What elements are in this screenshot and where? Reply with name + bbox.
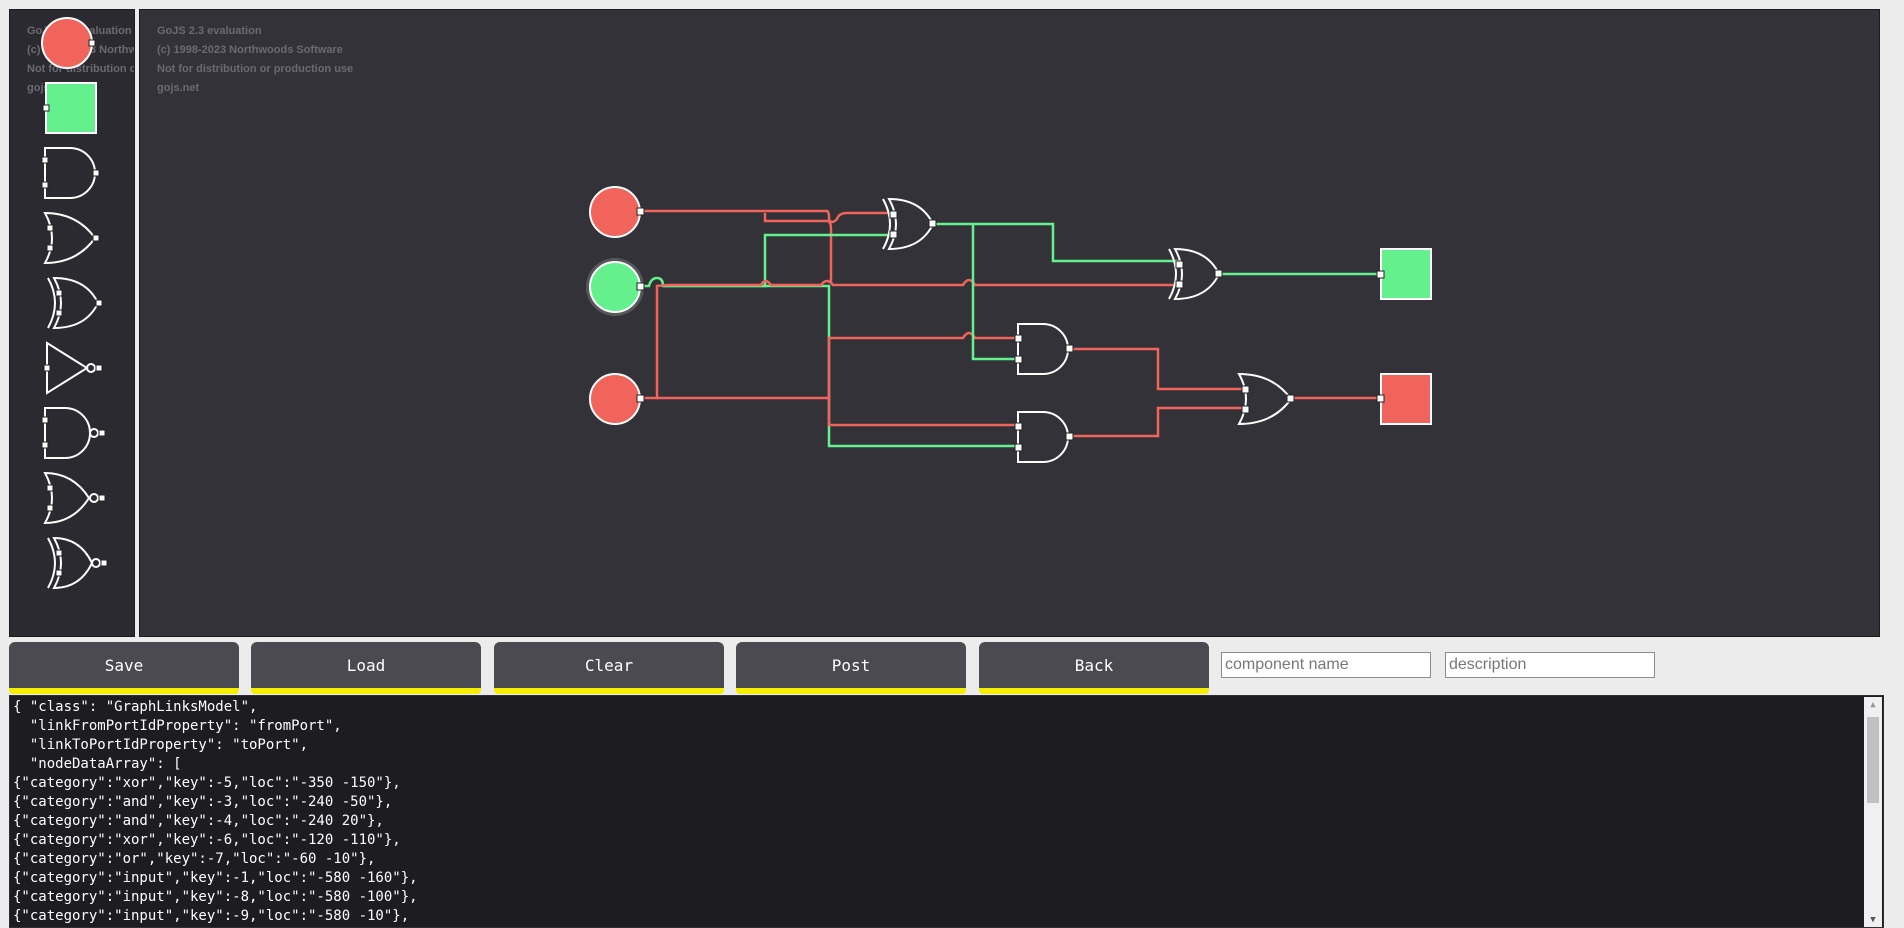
circuit-diagram[interactable]: GoJS 2.3 evaluation (c) 1998-2023 Northw…: [139, 9, 1880, 637]
output-node-icon[interactable]: [42, 82, 97, 134]
back-button[interactable]: Back: [979, 642, 1209, 694]
vertical-scrollbar[interactable]: ▲ ▼: [1864, 697, 1882, 927]
palette[interactable]: GoJS 2.3 evaluation (c) 1998-2023 Northw…: [9, 9, 135, 637]
description-input[interactable]: [1445, 652, 1655, 678]
scrollbar-thumb[interactable]: [1867, 717, 1879, 803]
link-input-c-and2-a[interactable]: [827, 398, 1018, 427]
output-node-2[interactable]: [1376, 373, 1432, 425]
or-gate-1[interactable]: [1237, 372, 1295, 426]
component-name-input[interactable]: [1221, 652, 1431, 678]
link-input-c-and1-a[interactable]: [657, 331, 1017, 400]
nand-gate-icon[interactable]: [41, 407, 106, 459]
input-node-b[interactable]: [586, 258, 645, 316]
input-node-c[interactable]: [589, 373, 645, 425]
clear-button[interactable]: Clear: [494, 642, 724, 694]
nor-gate-icon[interactable]: [43, 471, 106, 525]
xnor-gate-icon[interactable]: [47, 536, 108, 590]
model-json-text: { "class": "GraphLinksModel", "linkFromP…: [13, 699, 418, 924]
and-gate-1[interactable]: [1014, 323, 1074, 375]
link-xor1-out-xor2-a[interactable]: [929, 222, 1181, 263]
xor-gate-icon[interactable]: [47, 276, 103, 330]
xor-gate-1[interactable]: [882, 197, 937, 251]
post-button[interactable]: Post: [736, 642, 966, 694]
link-input-b-and2-b[interactable]: [663, 284, 1018, 448]
or-gate-icon[interactable]: [43, 211, 100, 265]
save-button[interactable]: Save: [9, 642, 239, 694]
scroll-up-arrow-icon[interactable]: ▲: [1864, 697, 1882, 713]
load-button[interactable]: Load: [251, 642, 481, 694]
output-node-1[interactable]: [1376, 248, 1432, 300]
link-and1-out-or-a[interactable]: [1070, 347, 1245, 391]
link-and2-out-or-b[interactable]: [1070, 406, 1245, 438]
input-node-icon[interactable]: [41, 17, 96, 69]
link-input-a-and2-a[interactable]: [763, 213, 833, 283]
and-gate-2[interactable]: [1014, 411, 1074, 463]
model-json-textarea[interactable]: { "class": "GraphLinksModel", "linkFromP…: [9, 695, 1884, 928]
scroll-down-arrow-icon[interactable]: ▼: [1864, 912, 1882, 927]
link-input-b-xor1-b[interactable]: [641, 233, 891, 288]
input-node-a[interactable]: [589, 186, 645, 238]
not-gate-icon[interactable]: [43, 341, 103, 395]
xor-gate-2[interactable]: [1168, 247, 1223, 301]
and-gate-icon[interactable]: [41, 147, 100, 199]
